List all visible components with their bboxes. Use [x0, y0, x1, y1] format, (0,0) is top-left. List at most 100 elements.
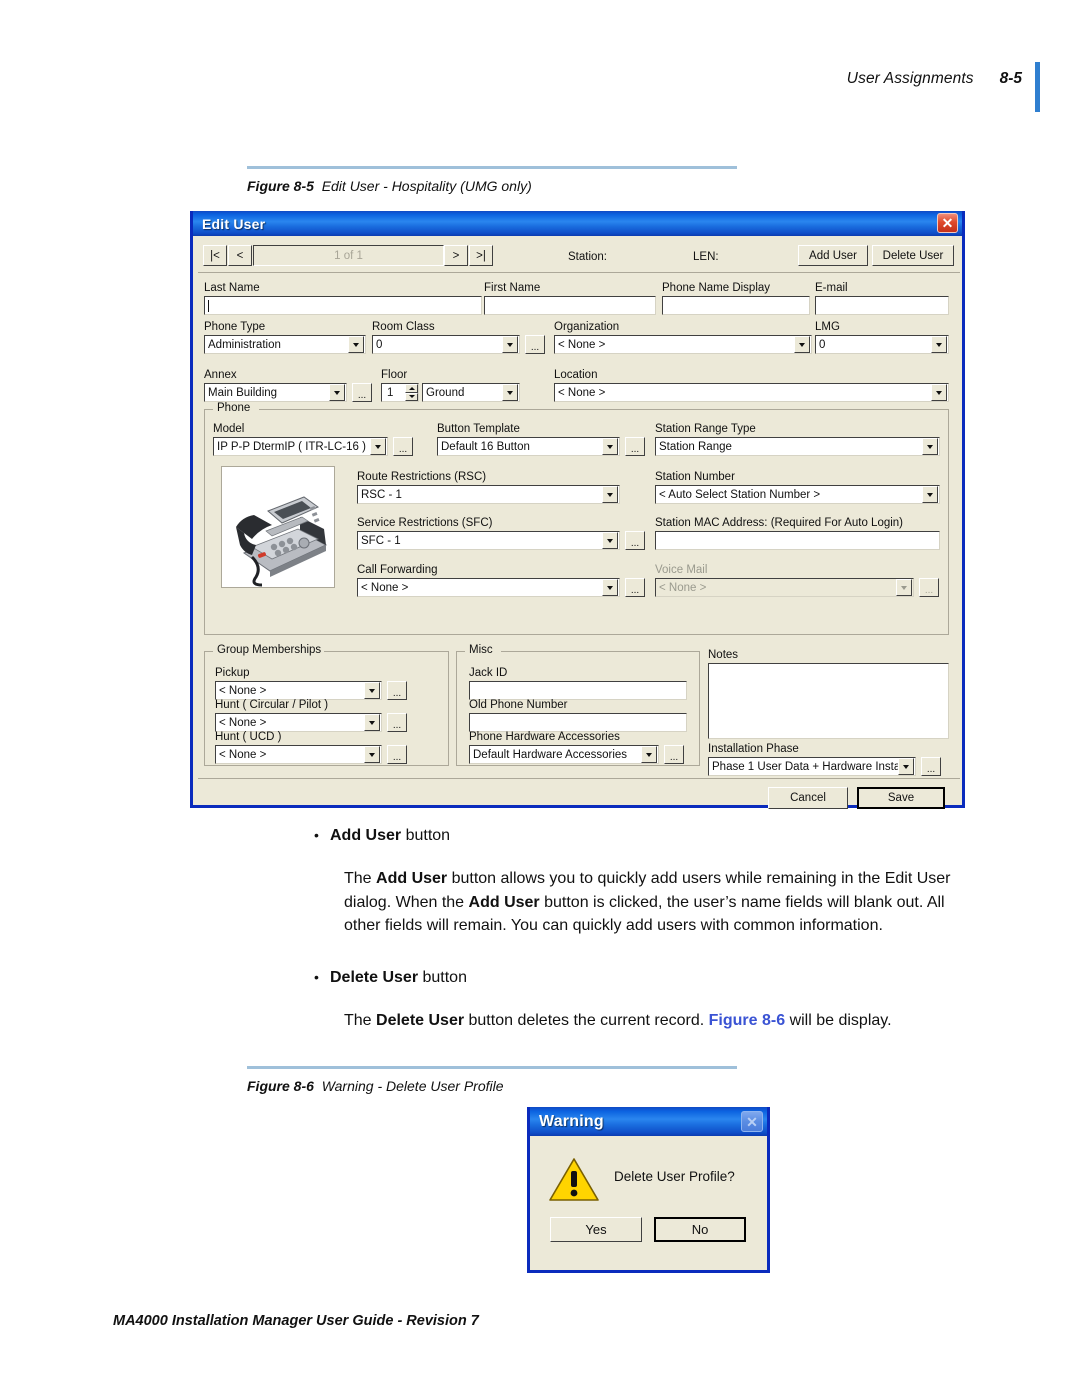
chevron-down-icon[interactable] [364, 714, 380, 731]
notes-textarea[interactable] [708, 663, 949, 739]
floor-label: Floor [381, 369, 408, 381]
figure-8-6-link[interactable]: Figure 8-6 [709, 1012, 785, 1029]
phone-groupbox: Phone Model IP P-P DtermIP ( ITR-LC-16 )… [204, 402, 949, 635]
chevron-down-icon[interactable] [794, 336, 810, 353]
pickup-select[interactable]: < None > [215, 681, 382, 700]
service-restrictions-select[interactable]: SFC - 1 [357, 531, 620, 550]
caption-rule [247, 166, 737, 169]
chevron-down-icon[interactable] [898, 758, 914, 775]
chevron-down-icon[interactable] [329, 384, 345, 401]
edit-user-titlebar[interactable]: Edit User ✕ [193, 211, 962, 236]
call-forwarding-browse-button[interactable]: ... [625, 578, 645, 597]
model-browse-button[interactable]: ... [393, 437, 413, 456]
model-select[interactable]: IP P-P DtermIP ( ITR-LC-16 ) [213, 437, 388, 456]
hunt-circular-select[interactable]: < None > [215, 713, 382, 732]
chevron-down-icon[interactable] [602, 438, 618, 455]
email-label: E-mail [815, 282, 848, 294]
last-record-button[interactable]: >| [469, 245, 493, 266]
warning-titlebar[interactable]: Warning ✕ [530, 1107, 767, 1136]
service-restrictions-value: SFC - 1 [361, 534, 401, 547]
organization-select[interactable]: < None > [554, 335, 812, 354]
location-value: < None > [558, 386, 606, 399]
email-input[interactable] [815, 296, 949, 315]
figure-8-6-caption-block: Figure 8-6 Warning - Delete User Profile [247, 1066, 737, 1094]
installation-phase-browse-button[interactable]: ... [921, 757, 941, 776]
chevron-down-icon[interactable] [641, 746, 657, 763]
save-button[interactable]: Save [857, 787, 945, 809]
jack-id-input[interactable] [469, 681, 687, 700]
station-range-type-select[interactable]: Station Range [655, 437, 940, 456]
chevron-down-icon[interactable] [502, 336, 518, 353]
first-name-input[interactable] [484, 296, 656, 315]
installation-phase-label: Installation Phase [708, 743, 799, 755]
delete-user-button[interactable]: Delete User [872, 245, 954, 266]
close-icon-disabled: ✕ [741, 1111, 763, 1132]
spinner-up-icon[interactable] [405, 384, 418, 393]
hunt-circular-browse-button[interactable]: ... [387, 713, 407, 732]
phone-hardware-accessories-select[interactable]: Default Hardware Accessories [469, 745, 659, 764]
phone-name-display-input[interactable] [662, 296, 810, 315]
prev-record-icon: < [236, 249, 244, 262]
yes-button[interactable]: Yes [550, 1217, 642, 1242]
chevron-down-icon[interactable] [922, 438, 938, 455]
no-button[interactable]: No [654, 1217, 746, 1242]
button-template-select[interactable]: Default 16 Button [437, 437, 620, 456]
hunt-ucd-browse-button[interactable]: ... [387, 745, 407, 764]
bullet-delete-user-rest: button [418, 969, 467, 986]
lmg-select[interactable]: 0 [815, 335, 949, 354]
next-record-button[interactable]: > [444, 245, 468, 266]
location-select[interactable]: < None > [554, 383, 949, 402]
page-header: User Assignments 8-5 [847, 70, 1022, 88]
call-forwarding-select[interactable]: < None > [357, 578, 620, 597]
chevron-down-icon[interactable] [370, 438, 386, 455]
chevron-down-icon[interactable] [502, 384, 518, 401]
voice-mail-value: < None > [659, 581, 707, 594]
phone-type-select[interactable]: Administration [204, 335, 366, 354]
chevron-down-icon[interactable] [602, 486, 618, 503]
button-template-browse-button[interactable]: ... [625, 437, 645, 456]
first-record-button[interactable]: |< [203, 245, 227, 266]
location-label: Location [554, 369, 598, 381]
floor-number-stepper[interactable]: 1 [381, 383, 419, 402]
chevron-down-icon[interactable] [348, 336, 364, 353]
close-icon[interactable]: ✕ [937, 213, 958, 233]
annex-browse-button[interactable]: ... [352, 383, 372, 402]
chevron-down-icon[interactable] [364, 746, 380, 763]
ellipsis-label: ... [924, 585, 934, 596]
old-phone-number-label: Old Phone Number [469, 699, 568, 711]
para2-tail: will be display. [785, 1012, 892, 1029]
spinner-down-icon[interactable] [405, 392, 418, 401]
chevron-down-icon[interactable] [922, 486, 938, 503]
phone-hardware-accessories-browse-button[interactable]: ... [664, 745, 684, 764]
pickup-browse-button[interactable]: ... [387, 681, 407, 700]
room-class-label: Room Class [372, 321, 435, 333]
chevron-down-icon[interactable] [931, 336, 947, 353]
chevron-down-icon[interactable] [364, 682, 380, 699]
add-user-button[interactable]: Add User [798, 245, 868, 266]
warning-message: Delete User Profile? [614, 1169, 735, 1184]
room-class-select[interactable]: 0 [372, 335, 520, 354]
route-restrictions-value: RSC - 1 [361, 488, 402, 501]
room-class-browse-button[interactable]: ... [525, 335, 545, 354]
len-label: LEN: [693, 251, 719, 263]
hunt-ucd-select[interactable]: < None > [215, 745, 382, 764]
old-phone-number-input[interactable] [469, 713, 687, 732]
prev-record-button[interactable]: < [228, 245, 252, 266]
installation-phase-select[interactable]: Phase 1 User Data + Hardware Install. [708, 757, 916, 776]
ellipsis-label: ... [669, 752, 679, 763]
chevron-down-icon[interactable] [602, 579, 618, 596]
voice-mail-label: Voice Mail [655, 564, 708, 576]
para1-lead: The [344, 870, 377, 887]
route-restrictions-select[interactable]: RSC - 1 [357, 485, 620, 504]
service-restrictions-browse-button[interactable]: ... [625, 531, 645, 550]
floor-name-select[interactable]: Ground [422, 383, 520, 402]
spinner-arrows[interactable] [405, 384, 418, 401]
chevron-down-icon[interactable] [931, 384, 947, 401]
cancel-button[interactable]: Cancel [768, 787, 848, 809]
call-forwarding-value: < None > [361, 581, 409, 594]
annex-select[interactable]: Main Building [204, 383, 347, 402]
station-mac-input[interactable] [655, 531, 940, 550]
station-number-select[interactable]: < Auto Select Station Number > [655, 485, 940, 504]
chevron-down-icon[interactable] [602, 532, 618, 549]
last-name-input[interactable] [204, 296, 482, 315]
